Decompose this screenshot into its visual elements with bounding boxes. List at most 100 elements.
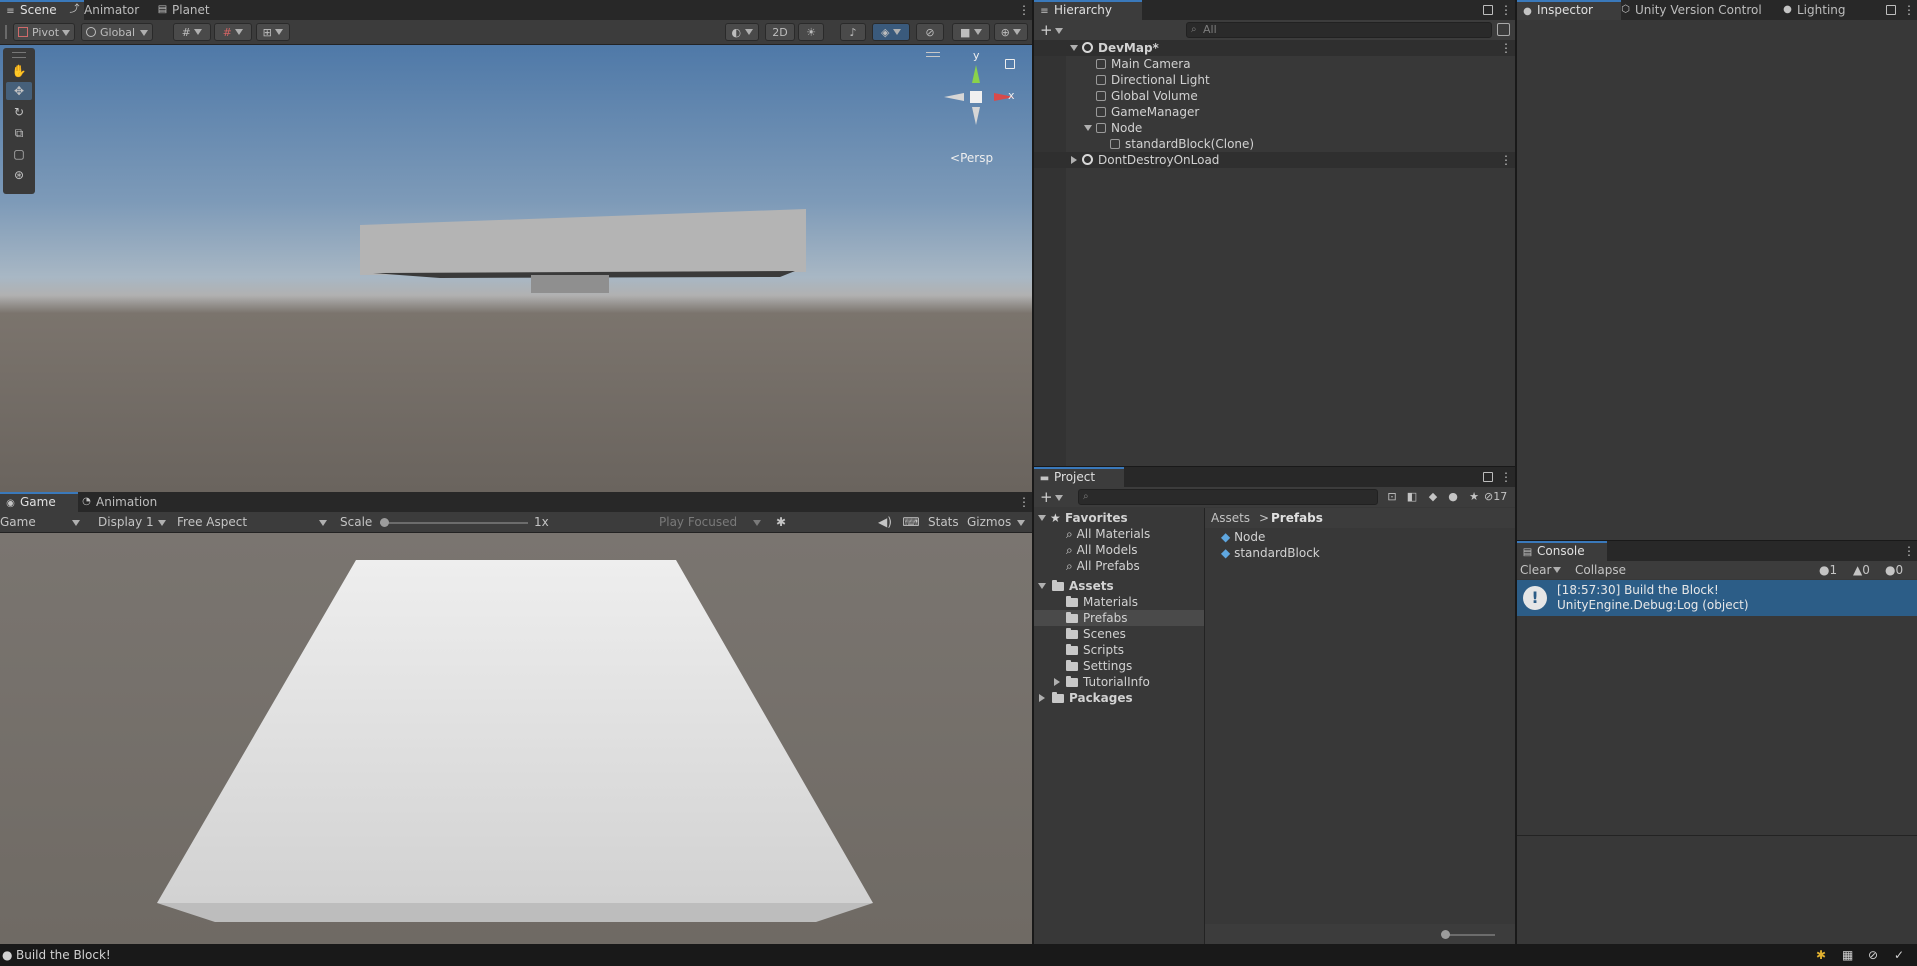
tab-animation[interactable]: ◔ Animation [76, 492, 186, 512]
scale-slider-thumb[interactable] [380, 518, 389, 527]
log-count-toggle[interactable]: ●1 [1819, 561, 1837, 579]
hidden-packages-toggle[interactable]: ⊘17 [1484, 489, 1514, 505]
tab-hierarchy[interactable]: ≡ Hierarchy [1034, 0, 1142, 20]
hierarchy-item-standardblock-clone[interactable]: standardBlock(Clone) [1034, 136, 1515, 152]
stats-button[interactable]: Stats [928, 513, 959, 531]
inspector-menu-icon[interactable]: ⋮ [1903, 4, 1915, 16]
hierarchy-item-global-volume[interactable]: Global Volume [1034, 88, 1515, 104]
create-button[interactable]: + [1040, 21, 1066, 39]
tab-game[interactable]: ◉ Game [0, 492, 78, 512]
scene-options-icon[interactable]: ⋮ [1500, 42, 1512, 54]
scene-viewport[interactable]: ✋ ✥ ↻ ⧉ ▢ ⊛ y x <Persp [0, 45, 1032, 492]
hierarchy-item-dontdestroyonload[interactable]: DontDestroyOnLoad ⋮ [1034, 152, 1515, 168]
lock-icon[interactable] [1483, 5, 1493, 15]
projection-label[interactable]: <Persp [950, 151, 993, 165]
packages-header[interactable]: Packages [1034, 690, 1204, 706]
draw-mode-button[interactable]: ◐ [725, 23, 759, 41]
camera-button[interactable]: ■ [952, 23, 990, 41]
2d-toggle-button[interactable]: 2D [765, 23, 795, 41]
tab-planet[interactable]: ▤ Planet [152, 0, 248, 20]
transform-tool-button[interactable]: ⊛ [6, 166, 32, 184]
audio-toggle-button[interactable]: ♪ [840, 23, 866, 41]
progress-icon[interactable]: ⊘ [1868, 944, 1878, 966]
favorite-item[interactable]: ⌕ All Models [1034, 542, 1204, 558]
rect-tool-button[interactable]: ▢ [6, 145, 32, 163]
create-asset-button[interactable]: + [1040, 488, 1066, 506]
expand-arrow-icon[interactable] [1054, 674, 1060, 690]
lock-icon[interactable] [1886, 5, 1896, 15]
project-search-input[interactable]: ⌕ [1078, 489, 1378, 505]
game-menu-icon[interactable]: ⋮ [1018, 496, 1030, 508]
scene-visibility-icon[interactable] [1497, 23, 1510, 36]
asset-item-node[interactable]: ◆ Node [1205, 529, 1515, 545]
folder-item-tutorialinfo[interactable]: TutorialInfo [1034, 674, 1204, 690]
hierarchy-item-devmap[interactable]: DevMap* ⋮ [1034, 40, 1515, 56]
project-menu-icon[interactable]: ⋮ [1500, 471, 1512, 483]
folder-item-scenes[interactable]: Scenes [1034, 626, 1204, 642]
warning-count-toggle[interactable]: ▲0 [1853, 561, 1870, 579]
network-icon[interactable]: ▦ [1842, 944, 1853, 966]
favorite-item[interactable]: ⌕ All Prefabs [1034, 558, 1204, 574]
favorite-item[interactable]: ⌕ All Materials [1034, 526, 1204, 542]
lock-icon[interactable] [1005, 59, 1015, 69]
hand-tool-button[interactable]: ✋ [6, 62, 32, 80]
grid-toggle-button[interactable]: ⊞ [256, 23, 290, 41]
icon-size-slider[interactable] [1205, 924, 1515, 944]
tab-version-control[interactable]: ⬡ Unity Version Control [1615, 0, 1781, 20]
scale-tool-button[interactable]: ⧉ [6, 124, 32, 142]
effects-button[interactable]: ◈ [872, 23, 910, 41]
move-tool-button[interactable]: ✥ [6, 82, 32, 100]
search-by-type-button[interactable]: ⊡ [1384, 489, 1400, 505]
clear-button[interactable]: Clear [1520, 561, 1551, 579]
pivot-dropdown[interactable]: Pivot [13, 23, 75, 41]
favorites-header[interactable]: ★ Favorites [1034, 510, 1204, 526]
console-detail-divider[interactable] [1517, 835, 1917, 836]
gizmos-dropdown[interactable]: Gizmos [967, 513, 1029, 531]
rotate-tool-button[interactable]: ↻ [6, 103, 32, 121]
mute-audio-button[interactable]: ◀) [876, 513, 894, 531]
breadcrumb-assets[interactable]: Assets [1211, 508, 1250, 528]
assets-header[interactable]: Assets [1034, 578, 1204, 594]
tag-filter-button[interactable]: ◆ [1425, 489, 1441, 505]
hierarchy-item-gamemanager[interactable]: GameManager [1034, 104, 1515, 120]
game-mode-select[interactable]: Game [0, 513, 84, 531]
display-select[interactable]: Display 1 [98, 513, 170, 531]
visibility-button[interactable]: ⊘ [916, 23, 944, 41]
game-viewport[interactable] [0, 533, 1032, 944]
orientation-gizmo[interactable]: y x <Persp [944, 49, 1015, 167]
tab-project[interactable]: ▬ Project [1034, 467, 1124, 487]
expand-arrow-icon[interactable] [1070, 40, 1078, 56]
keyboard-button[interactable]: ⌨ [902, 513, 920, 531]
bug-button[interactable]: ✱ [772, 513, 790, 531]
aspect-select[interactable]: Free Aspect [177, 513, 331, 531]
slider-thumb[interactable] [1441, 930, 1450, 939]
expand-arrow-icon[interactable] [1084, 120, 1092, 136]
debug-mode-icon[interactable]: ✱ [1816, 944, 1826, 966]
tab-animator[interactable]: ⤴ Animator [64, 0, 166, 20]
filter-by-label-button[interactable]: ◧ [1404, 489, 1420, 505]
favorite-button[interactable]: ★ [1466, 489, 1482, 505]
tab-inspector[interactable]: ● Inspector [1517, 0, 1621, 20]
asset-item-standardblock[interactable]: ◆ standardBlock [1205, 545, 1515, 561]
expand-arrow-icon[interactable] [1038, 510, 1046, 526]
folder-item-scripts[interactable]: Scripts [1034, 642, 1204, 658]
expand-arrow-icon[interactable] [1071, 152, 1077, 168]
tab-console[interactable]: ▤ Console [1517, 541, 1607, 561]
scene-menu-icon[interactable]: ⋮ [1018, 4, 1030, 16]
hierarchy-item-directional-light[interactable]: Directional Light [1034, 72, 1515, 88]
grid-snap-button[interactable]: # [173, 23, 211, 41]
lighting-toggle-button[interactable]: ☀ [798, 23, 824, 41]
status-message[interactable]: Build the Block! [16, 944, 111, 966]
clear-options-chevron-icon[interactable] [1553, 561, 1561, 579]
scale-slider[interactable] [380, 518, 528, 527]
lock-icon[interactable] [1483, 472, 1493, 482]
collapse-button[interactable]: Collapse [1575, 561, 1626, 579]
folder-item-prefabs[interactable]: Prefabs [1034, 610, 1204, 626]
folder-item-settings[interactable]: Settings [1034, 658, 1204, 674]
console-menu-icon[interactable]: ⋮ [1903, 545, 1915, 557]
hierarchy-item-node[interactable]: Node [1034, 120, 1515, 136]
breadcrumb-prefabs[interactable]: Prefabs [1271, 508, 1323, 528]
hierarchy-item-main-camera[interactable]: Main Camera [1034, 56, 1515, 72]
gizmos-button[interactable]: ⊕ [994, 23, 1028, 41]
hierarchy-menu-icon[interactable]: ⋮ [1500, 4, 1512, 16]
